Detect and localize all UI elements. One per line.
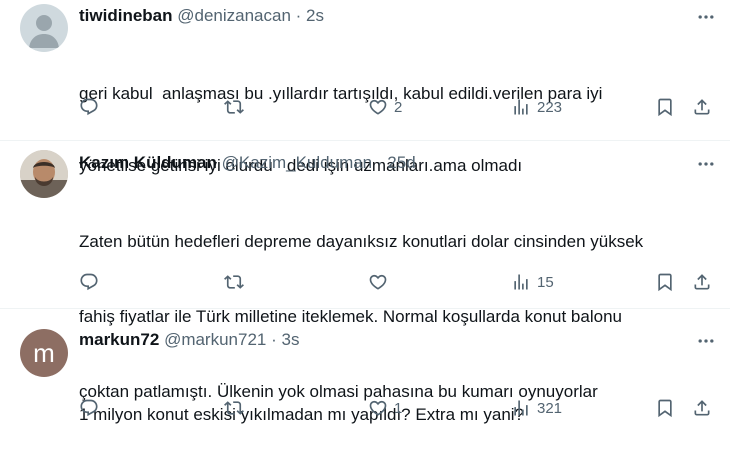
display-name[interactable]: markun72 [79, 330, 159, 349]
bookmark-button[interactable] [655, 272, 675, 292]
like-count: 2 [394, 98, 403, 116]
views-icon [514, 400, 528, 416]
more-icon[interactable] [696, 154, 716, 174]
avatar[interactable] [20, 150, 68, 198]
share-icon [694, 99, 710, 115]
views-button[interactable]: 321 [511, 398, 562, 418]
reply-icon [80, 98, 98, 116]
like-button[interactable]: 2 [368, 97, 402, 117]
avatar[interactable] [20, 4, 68, 52]
timestamp[interactable]: 25d [387, 153, 415, 172]
share-button[interactable] [692, 398, 712, 418]
avatar[interactable]: m [20, 329, 68, 377]
bookmark-icon [658, 399, 672, 418]
tweet-header: Kazım Külduman @Kazim_Kulduman · 25d [79, 153, 416, 173]
bookmark-icon [658, 98, 672, 117]
reply-button[interactable] [79, 97, 99, 117]
retweet-button[interactable] [224, 272, 244, 292]
tweet-header: tiwidineban @denizanacan · 2s [79, 6, 324, 26]
bookmark-icon [658, 273, 672, 292]
default-avatar-icon [29, 15, 59, 48]
retweet-icon [224, 275, 244, 289]
tweet-1[interactable]: tiwidineban @denizanacan · 2s geri kabul… [0, 0, 730, 175]
tweet-text-line: Zaten bütün hedefleri depreme dayanıksız… [79, 232, 644, 251]
retweet-button[interactable] [224, 97, 244, 117]
tweet-header: markun72 @markun721 · 3s [79, 330, 299, 350]
share-icon [694, 274, 710, 290]
timestamp[interactable]: 3s [282, 330, 300, 349]
like-icon [369, 400, 387, 416]
view-count: 15 [537, 273, 554, 291]
like-button[interactable]: 1 [368, 398, 402, 418]
user-handle[interactable]: @denizanacan [177, 6, 291, 25]
share-button[interactable] [692, 97, 712, 117]
action-bar: 15 [79, 272, 719, 296]
user-handle[interactable]: @markun721 [164, 330, 266, 349]
share-button[interactable] [692, 272, 712, 292]
like-icon [369, 99, 387, 115]
retweet-button[interactable] [224, 398, 244, 418]
separator-dot: · [376, 153, 383, 172]
avatar-letter: m [33, 337, 55, 368]
bookmark-button[interactable] [655, 97, 675, 117]
action-bar: 2 223 [79, 97, 719, 121]
retweet-icon [224, 401, 244, 415]
tweet-3[interactable]: m markun72 @markun721 · 3s 1 milyon konu… [0, 309, 730, 424]
like-count: 1 [394, 399, 403, 417]
tweet-2[interactable]: Kazım Külduman @Kazim_Kulduman · 25d Zat… [0, 141, 730, 401]
share-icon [694, 400, 710, 416]
more-icon[interactable] [696, 7, 716, 27]
view-count: 321 [537, 399, 563, 417]
views-button[interactable]: 223 [511, 97, 562, 117]
timestamp[interactable]: 2s [306, 6, 324, 25]
bookmark-button[interactable] [655, 398, 675, 418]
user-handle[interactable]: @Kazim_Kulduman [222, 153, 373, 172]
more-icon[interactable] [696, 331, 716, 351]
views-icon [514, 274, 528, 290]
display-name[interactable]: Kazım Külduman [79, 153, 217, 172]
views-button[interactable]: 15 [511, 272, 554, 292]
action-bar: 1 321 [79, 398, 719, 422]
like-button[interactable] [368, 272, 394, 292]
views-icon [514, 99, 528, 115]
display-name[interactable]: tiwidineban [79, 6, 173, 25]
view-count: 223 [537, 98, 563, 116]
retweet-icon [224, 100, 244, 114]
separator-dot: · [295, 6, 302, 25]
separator-dot: · [271, 330, 277, 349]
reply-icon [80, 273, 98, 291]
reply-button[interactable] [79, 398, 99, 418]
reply-button[interactable] [79, 272, 99, 292]
like-icon [369, 274, 387, 290]
reply-icon [80, 399, 98, 417]
profile-photo [20, 150, 68, 198]
